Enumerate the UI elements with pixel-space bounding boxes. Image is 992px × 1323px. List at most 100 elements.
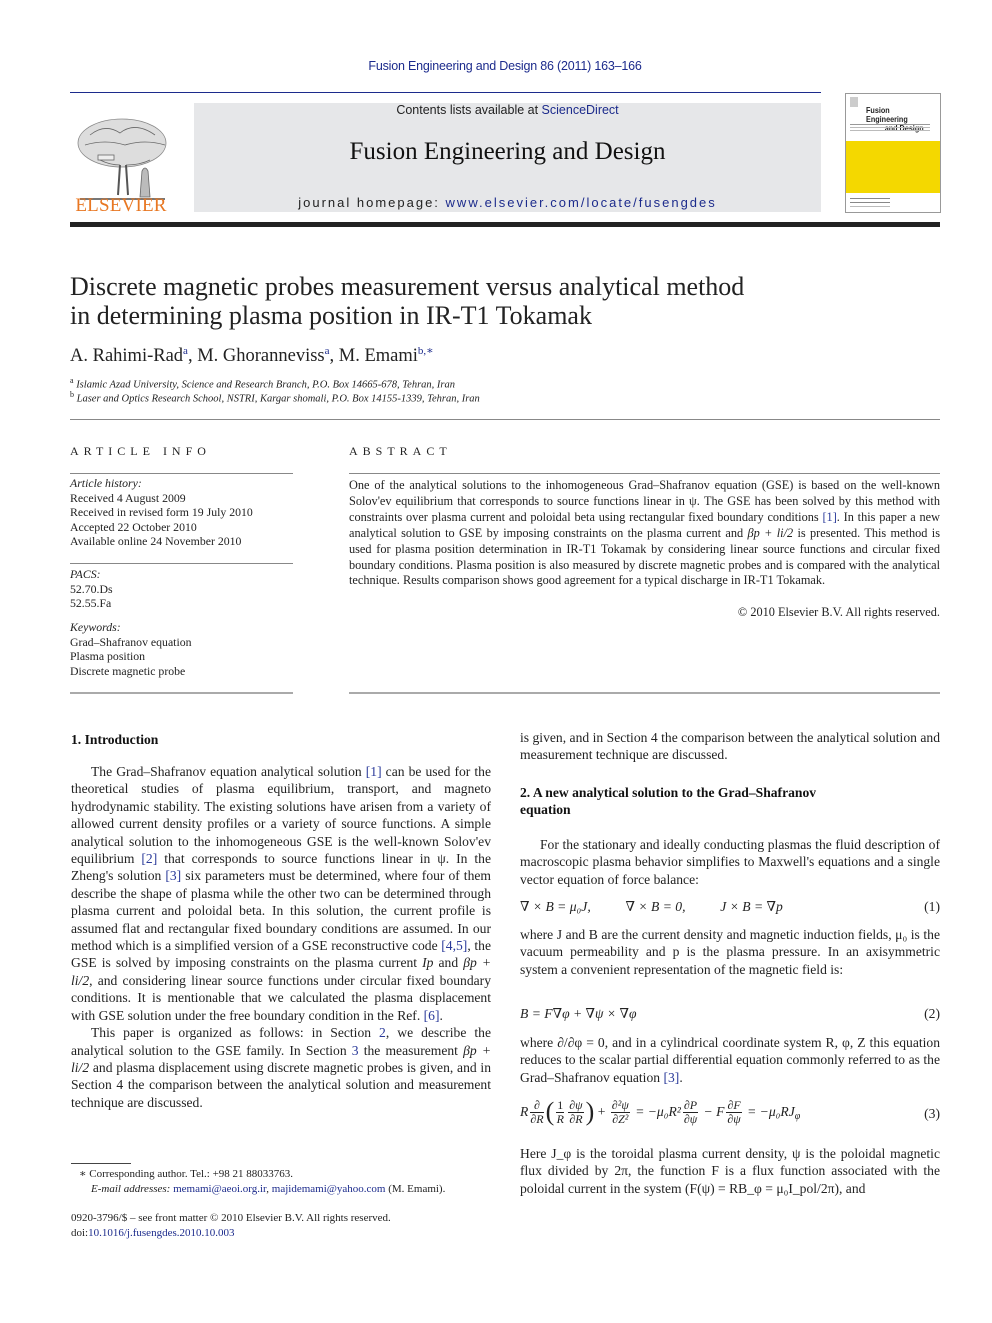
equation-part: − F — [703, 1104, 725, 1119]
journal-cover-thumbnail[interactable]: Fusion Engineering and Design — [845, 93, 941, 213]
citation-link[interactable]: [3] — [165, 868, 181, 883]
heading-line: 2. A new analytical solution to the Grad… — [520, 785, 817, 800]
affiliation-marker[interactable]: a — [183, 345, 188, 357]
title-line2: in determining plasma position in IR-T1 … — [70, 301, 592, 330]
equation-part: J × B = ∇p — [720, 899, 783, 914]
affiliation-marker[interactable]: b,∗ — [418, 345, 434, 357]
paragraph: where ∂/∂φ = 0, and in a cylindrical coo… — [520, 1034, 940, 1086]
divider — [70, 563, 293, 564]
cover-title: Fusion Engineering and Design — [866, 106, 929, 133]
contents-prefix: Contents lists available at — [396, 103, 542, 117]
cover-yellow-band — [846, 141, 940, 193]
text-run: where ∂/∂φ = 0, and in a cylindrical coo… — [520, 1035, 940, 1085]
equation-part: ∇ × B = 0, — [625, 899, 686, 914]
header-rule — [70, 92, 821, 93]
abstract-copyright: © 2010 Elsevier B.V. All rights reserved… — [737, 605, 940, 619]
column-mask — [60, 1113, 505, 1161]
abstract-heading: ABSTRACT — [349, 444, 452, 458]
author-name[interactable]: M. Emami — [339, 346, 418, 366]
cover-logo-icon — [850, 97, 858, 107]
grad-shafranov-expression: R ∂ ∂R(1 R ∂ψ ∂R) + ∂²ψ ∂Z² = −μ₀R² ∂P ∂ψ − F ∂F ∂… — [520, 1097, 801, 1126]
keyword-item: Discrete magnetic probe — [70, 663, 186, 678]
author-name[interactable]: A. Rahimi-Rad — [70, 346, 183, 366]
text-run: The Grad–Shafranov equation analytical s… — [91, 764, 366, 779]
section-link[interactable]: 2 — [379, 1025, 386, 1040]
citation-link[interactable]: [4,5] — [441, 938, 467, 953]
divider — [349, 692, 940, 694]
equation-part: ∇ × B = μ₀J, — [520, 899, 591, 914]
pacs-block: PACS: 52.70.Ds 52.55.Fa — [70, 567, 113, 611]
history-item: Received in revised form 19 July 2010 — [70, 505, 253, 519]
continuation-text: is given, and in Section 4 the compariso… — [520, 730, 940, 763]
corresponding-author: ∗ Corresponding author. Tel.: +98 21 880… — [79, 1168, 294, 1180]
text-run: . — [439, 1007, 443, 1023]
paragraph: where J and B are the current density an… — [520, 927, 940, 977]
title-line1: Discrete magnetic probes measurement ver… — [70, 272, 745, 301]
pacs-item: 52.70.Ds — [70, 581, 113, 596]
citation-link[interactable]: [6] — [424, 1008, 440, 1023]
affiliation-marker[interactable]: a — [325, 345, 330, 357]
email-link[interactable]: majidemami@yahoo.com — [272, 1183, 386, 1195]
keyword-item: Plasma position — [70, 649, 146, 663]
section-heading-grad-shafranov: 2. A new analytical solution to the Grad… — [520, 784, 940, 819]
author-list: A. Rahimi-Rada, M. Ghorannevissa, M. Ema… — [70, 345, 434, 367]
equation-number: (2) — [924, 1006, 940, 1021]
text-run: . — [679, 1069, 683, 1085]
header-thick-rule — [70, 222, 940, 227]
equation-expression: B = F∇φ + ∇ψ × ∇φ — [520, 1006, 637, 1021]
article-history: Article history: Received 4 August 2009 … — [70, 476, 253, 549]
math-inline: βp + li/2 — [747, 525, 794, 540]
affiliation-text: Laser and Optics Research School, NSTRI,… — [76, 393, 480, 405]
section-link[interactable]: 3 — [352, 1043, 359, 1058]
paragraph: For the stationary and ideally conductin… — [520, 837, 940, 887]
cover-subtitle-lines — [850, 124, 930, 125]
contents-availability: Contents lists available at ScienceDirec… — [194, 103, 821, 117]
email-label: E-mail addresses: — [91, 1182, 174, 1195]
keyword-item: Grad–Shafranov equation — [70, 634, 192, 649]
divider — [70, 692, 293, 694]
homepage-prefix: journal homepage: — [298, 195, 446, 210]
doi-link[interactable]: 10.1016/j.fusengdes.2010.10.003 — [88, 1227, 234, 1239]
history-label: Article history: — [70, 476, 142, 490]
email-link[interactable]: memami@aeoi.org.ir — [173, 1183, 266, 1195]
author-name[interactable]: M. Ghoranneviss — [197, 346, 324, 366]
doi-prefix: doi: — [71, 1227, 89, 1239]
keywords-label: Keywords: — [70, 620, 121, 634]
introduction-continuation: is given, and in Section 4 the compariso… — [520, 729, 940, 765]
pacs-label: PACS: — [70, 567, 101, 581]
equation-number: (1) — [924, 899, 940, 914]
article-info-heading: ARTICLE INFO — [70, 444, 211, 458]
equation-1: ∇ × B = μ₀J, ∇ × B = 0, J × B = ∇p (1) — [520, 899, 940, 915]
equation-3: R ∂ ∂R(1 R ∂ψ ∂R) + ∂²ψ ∂Z² = −μ₀R² ∂P ∂ψ − F ∂F ∂… — [520, 1097, 940, 1133]
journal-homepage: journal homepage: www.elsevier.com/locat… — [194, 195, 821, 210]
paragraph: Here J_φ is the toroidal plasma current … — [520, 1146, 940, 1196]
keywords-block: Keywords: Grad–Shafranov equation Plasma… — [70, 620, 192, 678]
email-line: E-mail addresses: memami@aeoi.org.ir, ma… — [71, 1182, 445, 1197]
divider — [349, 473, 940, 474]
affiliation-mark: a — [70, 376, 74, 385]
journal-citation[interactable]: Fusion Engineering and Design 86 (2011) … — [0, 59, 992, 73]
citation-link[interactable]: [1] — [366, 764, 382, 779]
affiliation-text: Islamic Azad University, Science and Res… — [76, 379, 456, 391]
paragraph: This paper is organized as follows: in S… — [71, 1024, 491, 1111]
homepage-link[interactable]: www.elsevier.com/locate/fusengdes — [446, 195, 717, 210]
cover-footer-lines — [850, 198, 890, 199]
heading-line: equation — [520, 802, 571, 818]
equation-subscript: φ — [794, 1110, 801, 1122]
section-heading-introduction: 1. Introduction — [71, 732, 159, 747]
corresponding-author-footnote: ∗ Corresponding author. Tel.: +98 21 880… — [71, 1167, 445, 1196]
elsevier-wordmark[interactable]: ELSEVIER — [70, 195, 172, 217]
history-item: Accepted 22 October 2010 — [70, 519, 197, 534]
journal-name: Fusion Engineering and Design — [349, 138, 666, 165]
citation-link[interactable]: [2] — [141, 851, 157, 866]
affiliation-b: b Laser and Optics Research School, NSTR… — [70, 390, 480, 405]
text-run: and plasma displacement using discrete m… — [71, 1059, 491, 1110]
sciencedirect-link[interactable]: ScienceDirect — [542, 103, 619, 117]
divider — [70, 473, 293, 474]
citation-link[interactable]: [3] — [663, 1070, 679, 1085]
text-run: the measurement — [358, 1042, 464, 1058]
citation-link[interactable]: [1] — [822, 510, 836, 524]
introduction-body: The Grad–Shafranov equation analytical s… — [71, 763, 491, 1111]
pacs-item: 52.55.Fa — [70, 596, 112, 610]
equation-number: (3) — [924, 1106, 940, 1121]
